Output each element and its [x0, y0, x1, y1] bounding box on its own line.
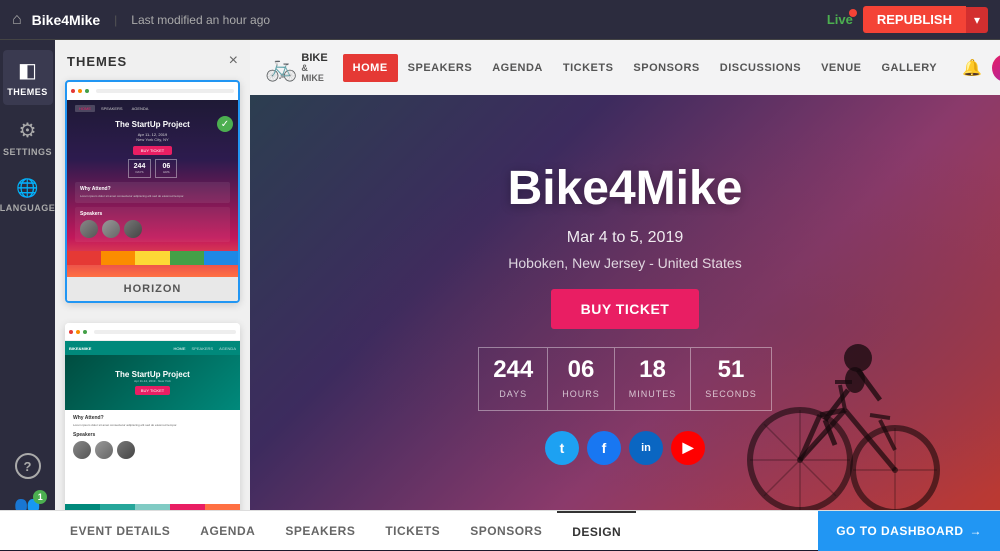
- countdown: 244 DAYS 06 HOURS 18 MINUTES 51 SECONDS: [478, 347, 772, 411]
- nav-item-speakers[interactable]: SPEAKERS: [398, 54, 483, 82]
- social-icons: t f in ▶: [545, 431, 705, 465]
- themes-close-button[interactable]: ×: [229, 52, 238, 70]
- hero-section: Bike4Mike Mar 4 to 5, 2019 Hoboken, New …: [250, 95, 1000, 550]
- sidebar-settings-label: SETTINGS: [3, 147, 52, 157]
- divider: |: [114, 13, 117, 27]
- dashboard-arrow-icon: →: [970, 524, 983, 538]
- sidebar-themes-label: THEMES: [7, 87, 48, 97]
- website-header: 🚲 BIKE & MIKE HOME SPEAKERS AGENDA TICKE…: [250, 40, 1000, 95]
- bottom-nav-speakers[interactable]: SPEAKERS: [270, 511, 370, 551]
- sidebar-item-language[interactable]: 🌐 LANGUAGE: [3, 170, 53, 221]
- bottom-nav-tickets[interactable]: TICKETS: [370, 511, 455, 551]
- logo-icon: 🚲: [265, 52, 297, 83]
- live-button[interactable]: Live: [827, 12, 853, 27]
- logo-line1: BIKE: [301, 52, 327, 64]
- top-bar: ⌂ Bike4Mike | Last modified an hour ago …: [0, 0, 1000, 40]
- horizon-theme-name: HORIZON: [67, 277, 238, 301]
- bell-icon[interactable]: 🔔: [962, 58, 982, 78]
- website-nav: HOME SPEAKERS AGENDA TICKETS SPONSORS DI…: [343, 54, 947, 82]
- website-nav-right: 🔔 A 🌐 ENGLISH: [962, 54, 1000, 82]
- sidebar-item-themes[interactable]: ◧ THEMES: [3, 50, 53, 105]
- bottom-nav: EVENT DETAILS AGENDA SPEAKERS TICKETS SP…: [0, 511, 818, 551]
- horizon-checkmark: ✓: [217, 116, 233, 132]
- countdown-hours: 06 HOURS: [548, 347, 615, 411]
- social-youtube-button[interactable]: ▶: [671, 431, 705, 465]
- countdown-minutes: 18 MINUTES: [615, 347, 692, 411]
- hero-title: Bike4Mike: [508, 161, 743, 216]
- social-twitter-button[interactable]: t: [545, 431, 579, 465]
- social-linkedin-button[interactable]: in: [629, 431, 663, 465]
- bottom-bar: EVENT DETAILS AGENDA SPEAKERS TICKETS SP…: [0, 510, 1000, 550]
- go-dashboard-button[interactable]: GO TO DASHBOARD →: [818, 511, 1000, 551]
- nav-item-tickets[interactable]: TICKETS: [553, 54, 624, 82]
- sidebar-language-label: LANGUAGE: [0, 203, 55, 213]
- site-name: Bike4Mike: [32, 12, 100, 28]
- home-icon[interactable]: ⌂: [12, 11, 22, 29]
- theme-preview-horizon: HOME SPEAKERS AGENDA The StartUp Project…: [67, 82, 238, 277]
- themes-title: THEMES: [67, 54, 127, 69]
- nav-item-gallery[interactable]: GALLERY: [871, 54, 947, 82]
- social-facebook-button[interactable]: f: [587, 431, 621, 465]
- nav-item-agenda[interactable]: AGENDA: [482, 54, 553, 82]
- themes-header: THEMES ×: [55, 40, 250, 80]
- live-dot: [849, 9, 857, 17]
- bottom-nav-design[interactable]: DESIGN: [557, 511, 636, 551]
- bottom-nav-event-details[interactable]: EVENT DETAILS: [55, 511, 185, 551]
- left-sidebar: ◧ THEMES ⚙ SETTINGS 🌐 LANGUAGE ? 👥 1: [0, 40, 55, 550]
- republish-arrow-button[interactable]: ▾: [966, 7, 988, 33]
- hero-location: Hoboken, New Jersey - United States: [508, 255, 741, 271]
- website-logo: 🚲 BIKE & MIKE: [265, 52, 328, 84]
- main-preview: 🚲 BIKE & MIKE HOME SPEAKERS AGENDA TICKE…: [250, 40, 1000, 550]
- nav-item-discussions[interactable]: DISCUSSIONS: [710, 54, 811, 82]
- buy-ticket-button[interactable]: BUY TICKET: [551, 289, 700, 329]
- republish-group: REPUBLISH ▾: [863, 6, 988, 33]
- user-avatar[interactable]: A: [992, 54, 1000, 82]
- nav-item-home[interactable]: HOME: [343, 54, 398, 82]
- countdown-seconds: 51 SECONDS: [691, 347, 772, 411]
- hero-date: Mar 4 to 5, 2019: [567, 229, 684, 247]
- hero-content: Bike4Mike Mar 4 to 5, 2019 Hoboken, New …: [478, 161, 772, 465]
- countdown-days: 244 DAYS: [478, 347, 548, 411]
- sidebar-item-settings[interactable]: ⚙ SETTINGS: [3, 110, 53, 165]
- users-badge: 1: [33, 490, 47, 504]
- modified-text: Last modified an hour ago: [131, 13, 270, 27]
- nav-item-venue[interactable]: VENUE: [811, 54, 871, 82]
- nav-item-sponsors[interactable]: SPONSORS: [623, 54, 709, 82]
- theme-card-horizon[interactable]: HOME SPEAKERS AGENDA The StartUp Project…: [65, 80, 240, 303]
- bottom-nav-sponsors[interactable]: SPONSORS: [455, 511, 557, 551]
- help-button[interactable]: ?: [15, 453, 41, 479]
- themes-panel: THEMES × HOME SPEAKERS AGENDA The S: [55, 40, 250, 550]
- theme-preview-coral: BIKE&MIKE HOME SPEAKERS AGENDA The Start…: [65, 323, 240, 518]
- logo-line2: & MIKE: [301, 64, 327, 84]
- themes-icon: ◧: [18, 58, 37, 83]
- settings-icon: ⚙: [19, 118, 37, 143]
- republish-button[interactable]: REPUBLISH: [863, 6, 966, 33]
- language-icon: 🌐: [16, 178, 38, 199]
- bottom-nav-agenda[interactable]: AGENDA: [185, 511, 270, 551]
